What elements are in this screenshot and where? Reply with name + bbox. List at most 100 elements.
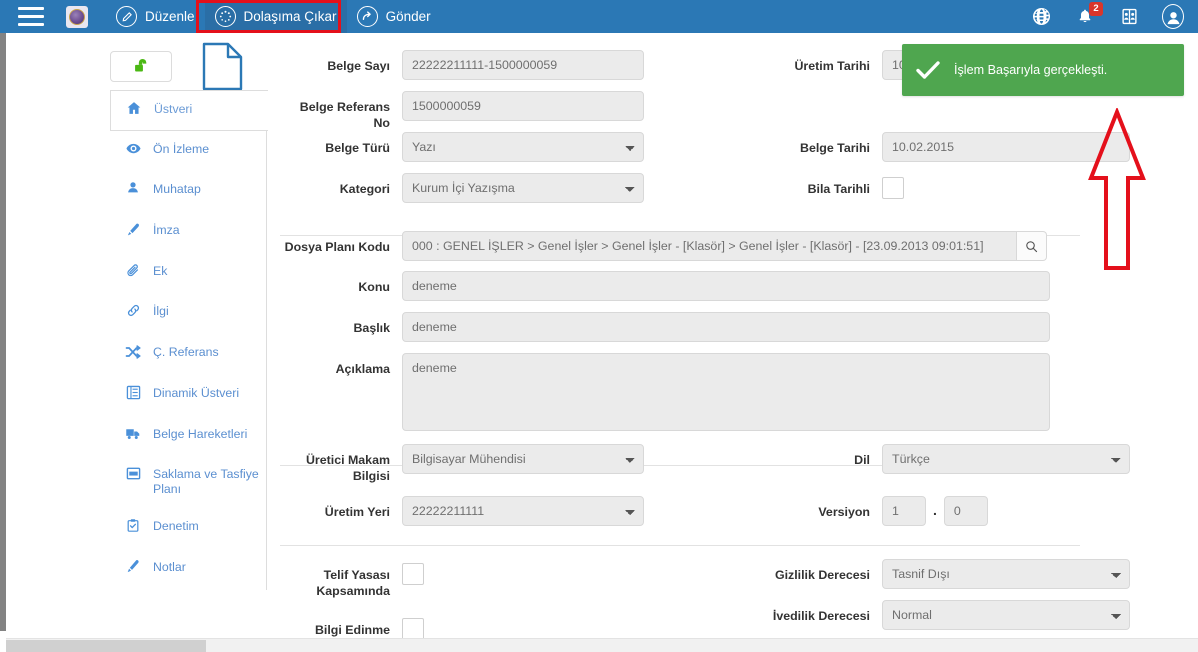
sidebar-item-label: İmza bbox=[153, 223, 180, 238]
toolbar-right-icons: 2 bbox=[1030, 0, 1184, 33]
label-versiyon: Versiyon bbox=[818, 505, 870, 519]
label-belge-sayi: Belge Sayı bbox=[327, 59, 390, 73]
signature-pen-icon bbox=[122, 222, 144, 237]
avatar bbox=[1162, 4, 1184, 29]
input-versiyon-minor[interactable] bbox=[943, 496, 988, 526]
textarea-aciklama[interactable]: deneme bbox=[402, 353, 1050, 431]
truck-icon bbox=[122, 426, 144, 441]
input-konu[interactable] bbox=[402, 271, 1050, 301]
user-avatar-icon[interactable] bbox=[1162, 4, 1184, 29]
field-row-uretim-yeri: Üretim Yeri 22222211111 bbox=[280, 496, 644, 526]
sidebar-item-ilgi[interactable]: İlgi bbox=[110, 293, 266, 334]
label-aciklama: Açıklama bbox=[335, 362, 390, 376]
document-page-icon[interactable] bbox=[202, 42, 243, 91]
toolbar-button-dolasima-cikar-label: Dolaşıma Çıkar bbox=[243, 9, 337, 24]
toolbar-button-dolasima-cikar[interactable]: Dolaşıma Çıkar bbox=[204, 0, 347, 33]
label-uretici-makam-bilgisi: Üretici Makam Bilgisi bbox=[305, 453, 390, 483]
page-horizontal-scrollbar[interactable] bbox=[6, 638, 1198, 652]
select-belge-turu[interactable]: Yazı bbox=[402, 132, 644, 162]
field-row-konu: Konu bbox=[280, 271, 1050, 301]
scrollbar-thumb[interactable] bbox=[0, 33, 6, 631]
field-row-gizlilik-derecesi: Gizlilik Derecesi Tasnif Dışı bbox=[690, 559, 1130, 589]
sidebar-item-notlar[interactable]: Notlar bbox=[110, 549, 266, 590]
label-belge-turu: Belge Türü bbox=[325, 141, 390, 155]
field-row-belge-tarihi: Belge Tarihi bbox=[690, 132, 1130, 162]
select-uretici-makam-bilgisi[interactable]: Bilgisayar Mühendisi bbox=[402, 444, 644, 474]
send-arrow-icon bbox=[356, 6, 378, 27]
field-row-dosya-plani-kodu: Dosya Planı Kodu bbox=[280, 231, 1047, 261]
label-uretim-yeri: Üretim Yeri bbox=[324, 505, 390, 519]
seal-glyph bbox=[69, 8, 85, 25]
address-book-icon[interactable] bbox=[1118, 6, 1140, 28]
eye-icon bbox=[122, 141, 144, 156]
application-window: Düzenle Dolaşıma Çıkar Gönder 2 Üstveri … bbox=[0, 0, 1198, 652]
sidebar-item-label: Denetim bbox=[153, 519, 199, 534]
institution-seal-logo-icon[interactable] bbox=[66, 5, 88, 28]
checkbox-bila-tarihli[interactable] bbox=[882, 177, 904, 199]
toolbar-button-gonder[interactable]: Gönder bbox=[347, 0, 441, 33]
sidebar-item-label: Ç. Referans bbox=[153, 345, 219, 360]
sidebar-item-imza[interactable]: İmza bbox=[110, 212, 266, 253]
archive-box-icon bbox=[122, 466, 144, 481]
document-sidebar-nav: Üstveri Ön İzleme Muhatap İmza Ek İlgi Ç… bbox=[110, 90, 268, 590]
sidebar-item-ek[interactable]: Ek bbox=[110, 253, 266, 294]
select-gizlilik-derecesi[interactable]: Tasnif Dışı bbox=[882, 559, 1130, 589]
label-dosya-plani-kodu: Dosya Planı Kodu bbox=[284, 240, 390, 254]
hamburger-menu-icon[interactable] bbox=[18, 7, 44, 26]
label-bila-tarihli: Bila Tarihli bbox=[807, 182, 870, 196]
label-ivedilik-derecesi: İvedilik Derecesi bbox=[772, 609, 870, 623]
globe-icon[interactable] bbox=[1030, 6, 1052, 28]
input-baslik[interactable] bbox=[402, 312, 1050, 342]
sidebar-item-saklama-ve-tasfiye-plani[interactable]: Saklama ve Tasfiye Planı bbox=[110, 456, 266, 508]
sidebar-item-ustveri[interactable]: Üstveri bbox=[110, 90, 268, 131]
paperclip-icon bbox=[122, 263, 144, 278]
select-uretim-yeri[interactable]: 22222211111 bbox=[402, 496, 644, 526]
horizontal-scrollbar-thumb[interactable] bbox=[6, 640, 206, 652]
label-baslik: Başlık bbox=[353, 321, 390, 335]
sidebar-item-label: Dinamik Üstveri bbox=[153, 385, 240, 400]
home-icon bbox=[123, 101, 145, 115]
link-chain-icon bbox=[122, 303, 144, 318]
success-toast-message: İşlem Başarıyla gerçekleşti. bbox=[954, 63, 1108, 77]
select-ivedilik-derecesi[interactable]: Normal bbox=[882, 600, 1130, 630]
label-belge-tarihi: Belge Tarihi bbox=[800, 141, 870, 155]
pencil-icon bbox=[122, 559, 144, 574]
label-dil: Dil bbox=[854, 453, 870, 467]
field-row-telif-yasasi: Telif Yasası Kapsamında bbox=[280, 559, 424, 599]
checkmark-icon bbox=[902, 59, 954, 81]
edit-icon bbox=[116, 6, 137, 27]
checkbox-bilgi-edinme[interactable] bbox=[402, 618, 424, 640]
toolbar-button-duzenle[interactable]: Düzenle bbox=[106, 0, 205, 33]
sidebar-item-belge-hareketleri[interactable]: Belge Hareketleri bbox=[110, 416, 266, 457]
sidebar-item-label: Saklama ve Tasfiye Planı bbox=[153, 467, 259, 497]
checkbox-telif-yasasi[interactable] bbox=[402, 563, 424, 585]
bell-icon[interactable]: 2 bbox=[1074, 1, 1103, 28]
input-belge-tarihi[interactable] bbox=[882, 132, 1130, 162]
document-header-icons bbox=[110, 42, 243, 91]
sidebar-item-c-referans[interactable]: Ç. Referans bbox=[110, 334, 266, 375]
field-row-belge-sayi: Belge Sayı bbox=[280, 50, 680, 80]
sidebar-item-muhatap[interactable]: Muhatap bbox=[110, 171, 266, 212]
sidebar-item-label: Ek bbox=[153, 263, 168, 278]
input-belge-referans-no[interactable] bbox=[402, 91, 644, 121]
dosya-plani-search-button[interactable] bbox=[1017, 231, 1047, 261]
field-row-belge-referans-no: Belge Referans No bbox=[280, 91, 644, 131]
unlock-button[interactable] bbox=[110, 51, 172, 82]
sidebar-item-label: Notlar bbox=[153, 559, 186, 574]
person-icon bbox=[122, 181, 144, 195]
select-dil[interactable]: Türkçe bbox=[882, 444, 1130, 474]
input-versiyon-major[interactable] bbox=[882, 496, 926, 526]
select-kategori[interactable]: Kurum İçi Yazışma bbox=[402, 173, 644, 203]
page-vertical-scrollbar[interactable] bbox=[0, 33, 6, 631]
input-dosya-plani-kodu[interactable] bbox=[402, 231, 1017, 261]
clipboard-check-icon bbox=[122, 518, 144, 533]
sidebar-item-denetim[interactable]: Denetim bbox=[110, 508, 266, 549]
sidebar-item-dinamik-ustveri[interactable]: Dinamik Üstveri bbox=[110, 375, 266, 416]
input-belge-sayi[interactable] bbox=[402, 50, 644, 80]
toolbar-button-gonder-label: Gönder bbox=[385, 9, 431, 24]
sidebar-item-on-izleme[interactable]: Ön İzleme bbox=[110, 131, 266, 172]
sidebar-item-label: Üstveri bbox=[154, 102, 193, 116]
field-row-dil: Dil Türkçe bbox=[690, 444, 1130, 474]
success-toast[interactable]: İşlem Başarıyla gerçekleşti. bbox=[902, 44, 1184, 96]
field-row-bila-tarihli: Bila Tarihli bbox=[690, 173, 904, 199]
